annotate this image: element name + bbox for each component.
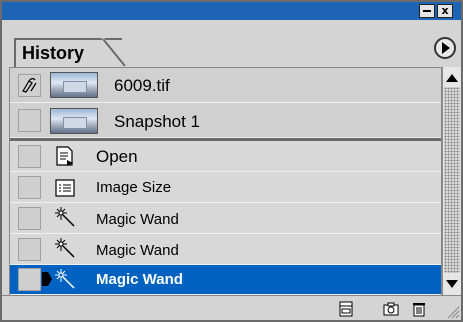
- state-label: Magic Wand: [96, 211, 179, 228]
- history-source-checkbox[interactable]: [18, 268, 41, 291]
- history-brush-icon: [22, 78, 37, 93]
- panel-footer: [2, 295, 461, 320]
- history-source-checkbox[interactable]: [18, 145, 41, 168]
- resize-grip-icon[interactable]: [444, 303, 460, 319]
- snapshot-label: Snapshot 1: [114, 112, 201, 131]
- state-label: Open: [96, 147, 138, 166]
- magic-wand-icon: [55, 207, 75, 227]
- history-source-checkbox[interactable]: [18, 207, 41, 230]
- snapshot-label: 6009.tif: [114, 76, 170, 95]
- close-button[interactable]: x: [437, 4, 453, 18]
- history-state-row[interactable]: Open: [10, 141, 441, 172]
- minimize-button[interactable]: [419, 4, 435, 18]
- state-label: Magic Wand: [96, 242, 179, 259]
- scroll-track[interactable]: [444, 87, 460, 273]
- magic-wand-icon: [55, 269, 75, 289]
- new-snapshot-camera-icon[interactable]: [383, 301, 399, 317]
- tab-slant-edge: [102, 38, 126, 67]
- new-document-from-state-icon[interactable]: [338, 301, 354, 317]
- snapshot-row[interactable]: Snapshot 1: [10, 103, 441, 138]
- history-source-checkbox[interactable]: [18, 176, 41, 199]
- history-state-slider-icon[interactable]: [42, 269, 52, 289]
- open-document-icon: [56, 146, 73, 166]
- panel-menu-button[interactable]: [434, 37, 456, 59]
- snapshot-row[interactable]: 6009.tif: [10, 68, 441, 103]
- tab-history-label: History: [22, 43, 85, 63]
- state-label: Magic Wand: [96, 271, 183, 288]
- image-size-icon: [55, 179, 75, 197]
- state-label: Image Size: [96, 179, 172, 196]
- snapshot-thumbnail: [50, 72, 98, 98]
- history-state-row[interactable]: Image Size: [10, 172, 441, 203]
- history-source-checkbox[interactable]: [18, 238, 41, 261]
- history-source-checkbox[interactable]: [18, 109, 41, 132]
- magic-wand-icon: [55, 238, 75, 258]
- vertical-scrollbar[interactable]: [442, 67, 461, 295]
- history-state-row[interactable]: Magic Wand: [10, 203, 441, 234]
- trash-icon[interactable]: [411, 301, 427, 317]
- snapshot-thumbnail: [50, 108, 98, 134]
- minimize-icon: [423, 10, 431, 12]
- tab-row: History: [2, 20, 461, 67]
- scroll-down-arrow-icon[interactable]: [445, 277, 459, 291]
- history-state-row[interactable]: Magic Wand: [10, 234, 441, 265]
- history-source-checkbox[interactable]: [18, 74, 41, 97]
- history-list: 6009.tif Snapshot 1 Open Image Size Magi…: [9, 67, 442, 295]
- history-panel: x History 6009.tif Snapshot 1 Open Image…: [0, 0, 463, 322]
- history-state-row-selected[interactable]: Magic Wand: [10, 265, 441, 295]
- panel-titlebar[interactable]: x: [2, 2, 461, 20]
- scroll-up-arrow-icon[interactable]: [445, 71, 459, 85]
